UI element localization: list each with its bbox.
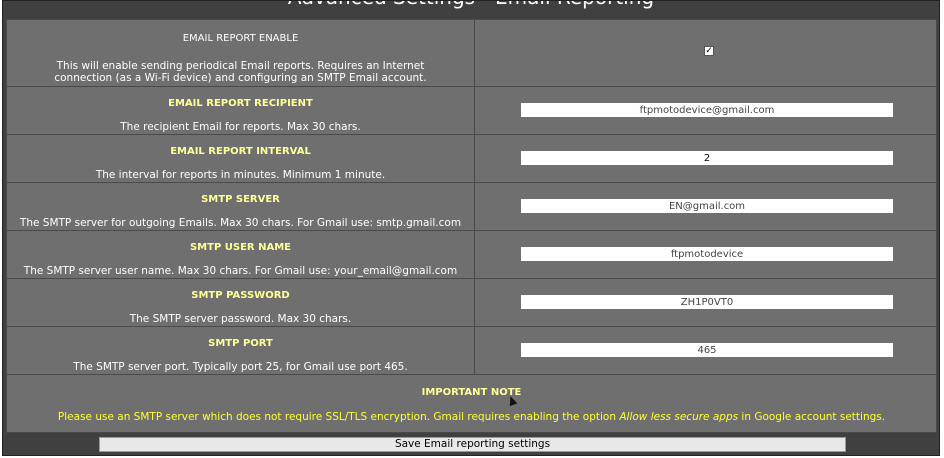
note-text: Please use an SMTP server which does not… — [57, 411, 886, 423]
setting-row-smtp-password: SMTP PASSWORD The SMTP server password. … — [6, 278, 937, 327]
setting-row-smtp-port: SMTP PORT The SMTP server port. Typicall… — [6, 326, 937, 375]
smtp-server-input[interactable] — [521, 199, 893, 213]
setting-label: SMTP PASSWORD — [191, 290, 290, 301]
smtp-password-input[interactable] — [521, 295, 893, 309]
setting-label: EMAIL REPORT RECIPIENT — [168, 98, 313, 109]
save-settings-button[interactable]: Save Email reporting settings — [99, 437, 846, 452]
interval-input[interactable] — [521, 151, 893, 165]
note-option-name: Allow less secure apps — [619, 411, 739, 423]
setting-description: The SMTP server user name. Max 30 chars.… — [23, 265, 458, 277]
setting-description: The SMTP server port. Typically port 25,… — [73, 361, 408, 373]
page-title: Advanced Settings - Email Reporting — [3, 1, 939, 9]
setting-label: EMAIL REPORT ENABLE — [182, 33, 299, 44]
settings-frame: Advanced Settings - Email Reporting EMAI… — [2, 0, 940, 456]
setting-description: The SMTP server for outgoing Emails. Max… — [19, 217, 462, 229]
setting-label: SMTP SERVER — [201, 194, 280, 205]
setting-row-recipient: EMAIL REPORT RECIPIENT The recipient Ema… — [6, 86, 937, 135]
important-note-row: IMPORTANT NOTE Please use an SMTP server… — [6, 374, 937, 433]
recipient-input[interactable] — [521, 103, 893, 117]
smtp-user-input[interactable] — [521, 247, 893, 261]
setting-description: The interval for reports in minutes. Min… — [95, 169, 386, 181]
email-enable-checkbox[interactable]: ✓ — [704, 46, 714, 56]
note-title: IMPORTANT NOTE — [421, 387, 522, 398]
setting-label: SMTP PORT — [208, 338, 273, 349]
smtp-port-input[interactable] — [521, 343, 893, 357]
setting-description: The recipient Email for reports. Max 30 … — [120, 121, 361, 133]
setting-row-smtp-server: SMTP SERVER The SMTP server for outgoing… — [6, 182, 937, 231]
setting-row-email-enable: EMAIL REPORT ENABLE This will enable sen… — [6, 19, 937, 87]
setting-row-smtp-user: SMTP USER NAME The SMTP server user name… — [6, 230, 937, 279]
setting-description: The SMTP server password. Max 30 chars. — [129, 313, 352, 325]
setting-label: SMTP USER NAME — [189, 242, 291, 253]
setting-row-interval: EMAIL REPORT INTERVAL The interval for r… — [6, 134, 937, 183]
email-settings-table: EMAIL REPORT ENABLE This will enable sen… — [6, 19, 937, 433]
setting-label: EMAIL REPORT INTERVAL — [170, 146, 311, 157]
setting-description: This will enable sending periodical Emai… — [54, 60, 427, 84]
